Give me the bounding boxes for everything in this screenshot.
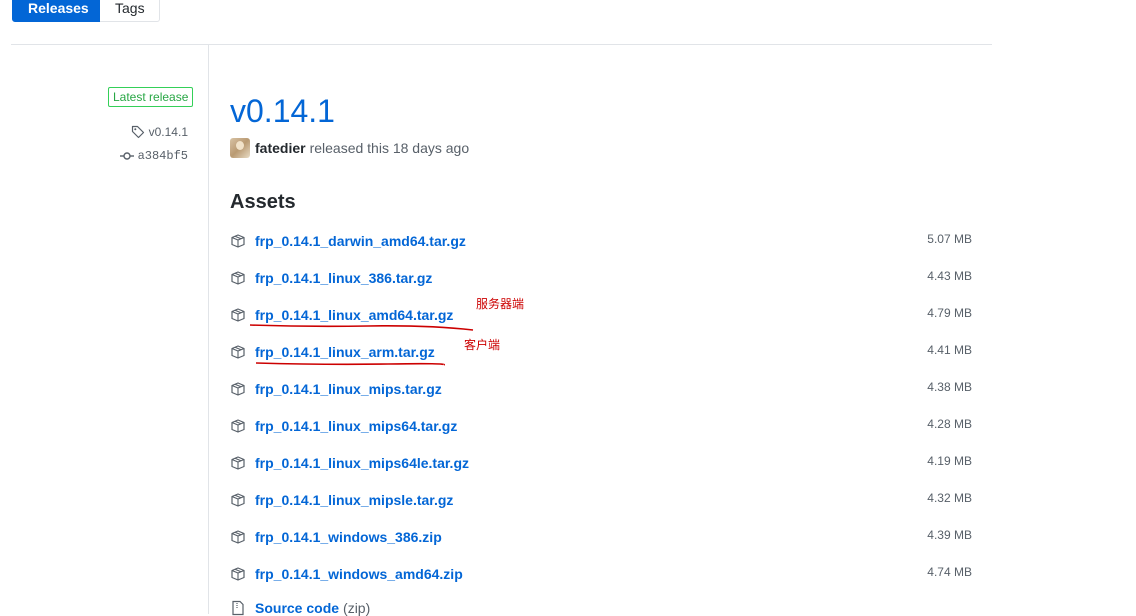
- asset-row[interactable]: frp_0.14.1_linux_mipsle.tar.gz 4.32 MB: [230, 488, 972, 512]
- release-time: released this 18 days ago: [309, 140, 470, 156]
- asset-row[interactable]: frp_0.14.1_linux_mips.tar.gz 4.38 MB: [230, 377, 972, 401]
- package-icon: [231, 234, 245, 248]
- asset-row[interactable]: frp_0.14.1_linux_386.tar.gz 4.43 MB: [230, 266, 972, 290]
- asset-download-link[interactable]: frp_0.14.1_linux_386.tar.gz: [255, 270, 432, 286]
- asset-size: 4.38 MB: [927, 380, 972, 394]
- asset-size: 4.28 MB: [927, 417, 972, 431]
- release-tag[interactable]: v0.14.1: [131, 125, 188, 139]
- package-icon: [231, 567, 245, 581]
- package-icon: [231, 493, 245, 507]
- asset-size: 4.74 MB: [927, 565, 972, 579]
- tag-icon: [131, 125, 144, 139]
- package-icon: [231, 530, 245, 544]
- annotation-note: 服务器端: [476, 297, 525, 311]
- assets-heading: Assets: [230, 191, 296, 213]
- asset-size: 4.39 MB: [927, 528, 972, 542]
- asset-download-link[interactable]: frp_0.14.1_windows_amd64.zip: [255, 566, 463, 582]
- asset-row[interactable]: frp_0.14.1_linux_arm.tar.gz 4.41 MB 客户端: [230, 338, 972, 366]
- asset-size: 4.41 MB: [927, 343, 972, 357]
- asset-size: 4.19 MB: [927, 454, 972, 468]
- commit-sha: a384bf5: [137, 149, 188, 163]
- tab-releases[interactable]: Releases: [12, 0, 100, 22]
- package-icon: [231, 456, 245, 470]
- asset-row[interactable]: frp_0.14.1_windows_amd64.zip 4.74 MB: [230, 562, 972, 586]
- author-link[interactable]: fatedier: [255, 140, 306, 156]
- annotation-note: 客户端: [464, 338, 501, 352]
- asset-size: 5.07 MB: [927, 232, 972, 246]
- release-commit[interactable]: a384bf5: [119, 149, 188, 163]
- asset-row[interactable]: frp_0.14.1_linux_amd64.tar.gz 4.79 MB 服务器端: [230, 297, 972, 331]
- asset-download-link[interactable]: frp_0.14.1_linux_mips.tar.gz: [255, 381, 442, 397]
- package-icon: [231, 271, 245, 285]
- asset-row[interactable]: frp_0.14.1_darwin_amd64.tar.gz 5.07 MB: [230, 229, 972, 253]
- release-tabs: Releases Tags: [12, 0, 160, 22]
- commit-icon: [119, 152, 134, 160]
- asset-row[interactable]: frp_0.14.1_linux_mips64le.tar.gz 4.19 MB: [230, 451, 972, 475]
- release-title[interactable]: v0.14.1: [230, 90, 335, 132]
- asset-row[interactable]: frp_0.14.1_windows_386.zip 4.39 MB: [230, 525, 972, 549]
- avatar[interactable]: [230, 138, 250, 158]
- asset-download-link[interactable]: frp_0.14.1_windows_386.zip: [255, 529, 442, 545]
- asset-download-link[interactable]: frp_0.14.1_linux_amd64.tar.gz: [255, 307, 453, 323]
- package-icon: [231, 382, 245, 396]
- asset-size: 4.43 MB: [927, 269, 972, 283]
- asset-download-link[interactable]: frp_0.14.1_linux_mips64.tar.gz: [255, 418, 457, 434]
- asset-size: 4.79 MB: [927, 306, 972, 320]
- asset-download-link[interactable]: frp_0.14.1_linux_mipsle.tar.gz: [255, 492, 453, 508]
- timeline-divider: [208, 45, 209, 614]
- tab-tags[interactable]: Tags: [100, 0, 160, 22]
- asset-size: 4.32 MB: [927, 491, 972, 505]
- release-byline: fatedier released this 18 days ago: [230, 138, 469, 158]
- header-divider: [11, 44, 992, 45]
- latest-release-badge: Latest release: [108, 87, 194, 107]
- asset-download-link[interactable]: frp_0.14.1_linux_mips64le.tar.gz: [255, 455, 469, 471]
- tag-label: v0.14.1: [148, 125, 188, 139]
- package-icon: [231, 419, 245, 433]
- asset-download-link[interactable]: frp_0.14.1_darwin_amd64.tar.gz: [255, 233, 466, 249]
- package-icon: [231, 308, 245, 322]
- asset-download-link[interactable]: frp_0.14.1_linux_arm.tar.gz: [255, 344, 435, 360]
- package-icon: [231, 345, 245, 359]
- asset-row[interactable]: frp_0.14.1_linux_mips64.tar.gz 4.28 MB: [230, 414, 972, 438]
